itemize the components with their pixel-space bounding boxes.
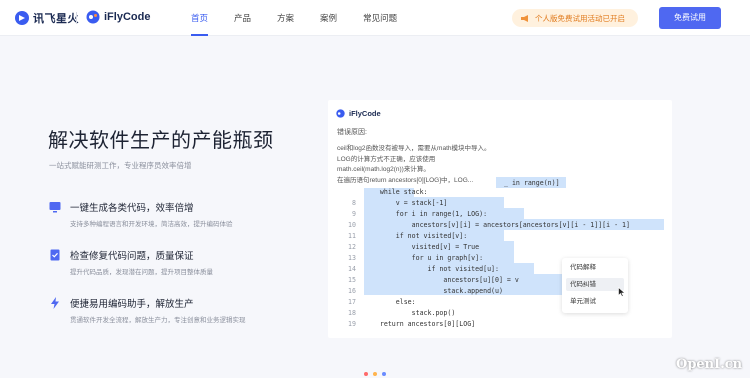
feature-title: 一键生成各类代码，效率倍增 bbox=[70, 203, 194, 214]
nav-faq[interactable]: 常见问题 bbox=[363, 0, 397, 36]
monitor-icon bbox=[49, 202, 61, 213]
line-number: 18 bbox=[348, 309, 356, 317]
nav-solution[interactable]: 方案 bbox=[277, 0, 294, 36]
code-line: while stack: bbox=[364, 188, 428, 196]
line-number: 12 bbox=[348, 243, 356, 251]
megaphone-icon bbox=[521, 14, 528, 22]
iflycode-logo-icon bbox=[86, 10, 100, 24]
code-line: ancestors[v][i] = ancestors[ancestors[v]… bbox=[364, 221, 630, 229]
code-line: for i in range(1, LOG): bbox=[364, 210, 488, 218]
code-demo-panel: iFlyCode 错误原因: ceil和log2函数没有被导入，需要从math模… bbox=[328, 100, 672, 338]
decorative-dots bbox=[364, 372, 386, 376]
feature-desc: 提升代码品质，发现潜在问题，提升项目整体质量 bbox=[70, 269, 213, 276]
code-fragment: _ in range(n)] bbox=[504, 179, 560, 187]
context-menu: 代码解释 代码纠错 单元测试 bbox=[562, 258, 628, 313]
spark-logo-icon bbox=[15, 11, 29, 25]
line-number: 15 bbox=[348, 276, 356, 284]
line-number: 13 bbox=[348, 254, 356, 262]
code-line: stack.append(u) bbox=[364, 287, 503, 295]
line-number: 16 bbox=[348, 287, 356, 295]
code-line: return ancestors[0][LOG] bbox=[364, 320, 476, 328]
promo-text: 个人版免费试用活动已开启 bbox=[535, 13, 625, 23]
code-line: ancestors[u][0] = v bbox=[364, 276, 519, 284]
feature-desc: 贯通软件开发全流程，解放生产力，专注创意和业务逻辑实现 bbox=[70, 317, 246, 324]
line-number: 17 bbox=[348, 298, 356, 306]
code-line: for u in graph[v]: bbox=[364, 254, 484, 262]
line-number: 19 bbox=[348, 320, 356, 328]
line-number: 10 bbox=[348, 221, 356, 229]
code-line: stack.pop() bbox=[364, 309, 456, 317]
code-line: else: bbox=[364, 298, 416, 306]
nav-home[interactable]: 首页 bbox=[191, 0, 209, 36]
line-number: 9 bbox=[352, 210, 356, 218]
document-check-icon bbox=[50, 249, 60, 261]
feature-desc: 支持多种编程语言和开发环境，简洁高效，提升编码体验 bbox=[70, 221, 233, 228]
hero-title: 解决软件生产的产能瓶颈 bbox=[48, 130, 274, 152]
hero-subtitle: 一站式赋能研测工作，专业程序员效率倍增 bbox=[49, 161, 192, 170]
site-watermark: OpenI.cn bbox=[676, 357, 743, 372]
lightning-icon bbox=[51, 297, 59, 309]
code-line: if not visited[v]: bbox=[364, 232, 468, 240]
nav-product[interactable]: 产品 bbox=[234, 0, 251, 36]
product-name: iFlyCode bbox=[104, 11, 151, 23]
promo-banner[interactable]: 个人版免费试用活动已开启 bbox=[512, 9, 638, 27]
menu-item-fix[interactable]: 代码纠错 bbox=[566, 278, 624, 291]
brand-divider bbox=[76, 12, 77, 24]
code-line: if not visited[u]: bbox=[364, 265, 499, 273]
free-trial-button[interactable]: 免费试用 bbox=[659, 7, 721, 29]
feature-title: 便捷易用编码助手，解放生产 bbox=[70, 299, 194, 310]
mouse-cursor-icon bbox=[618, 287, 626, 297]
main-nav: 首页 产品 方案 案例 常见问题 bbox=[191, 0, 423, 36]
brand-name: 讯飞星火 bbox=[33, 13, 79, 25]
code-line: visited[v] = True bbox=[364, 243, 480, 251]
code-line: v = stack[-1] bbox=[364, 199, 448, 207]
menu-item-unittest[interactable]: 单元测试 bbox=[566, 295, 624, 308]
line-number: 11 bbox=[348, 232, 356, 240]
nav-cases[interactable]: 案例 bbox=[320, 0, 337, 36]
feature-title: 检查修复代码问题，质量保证 bbox=[70, 251, 194, 262]
line-number: 14 bbox=[348, 265, 356, 273]
menu-item-explain[interactable]: 代码解释 bbox=[566, 261, 624, 274]
xunfei-logo[interactable]: 讯飞星火 bbox=[14, 10, 79, 26]
iflycode-logo[interactable]: iFlyCode bbox=[86, 10, 150, 24]
top-navbar: 讯飞星火 iFlyCode 首页 产品 方案 案例 常见问题 个人版免费试用活动… bbox=[0, 0, 750, 36]
line-number: 8 bbox=[352, 199, 356, 207]
